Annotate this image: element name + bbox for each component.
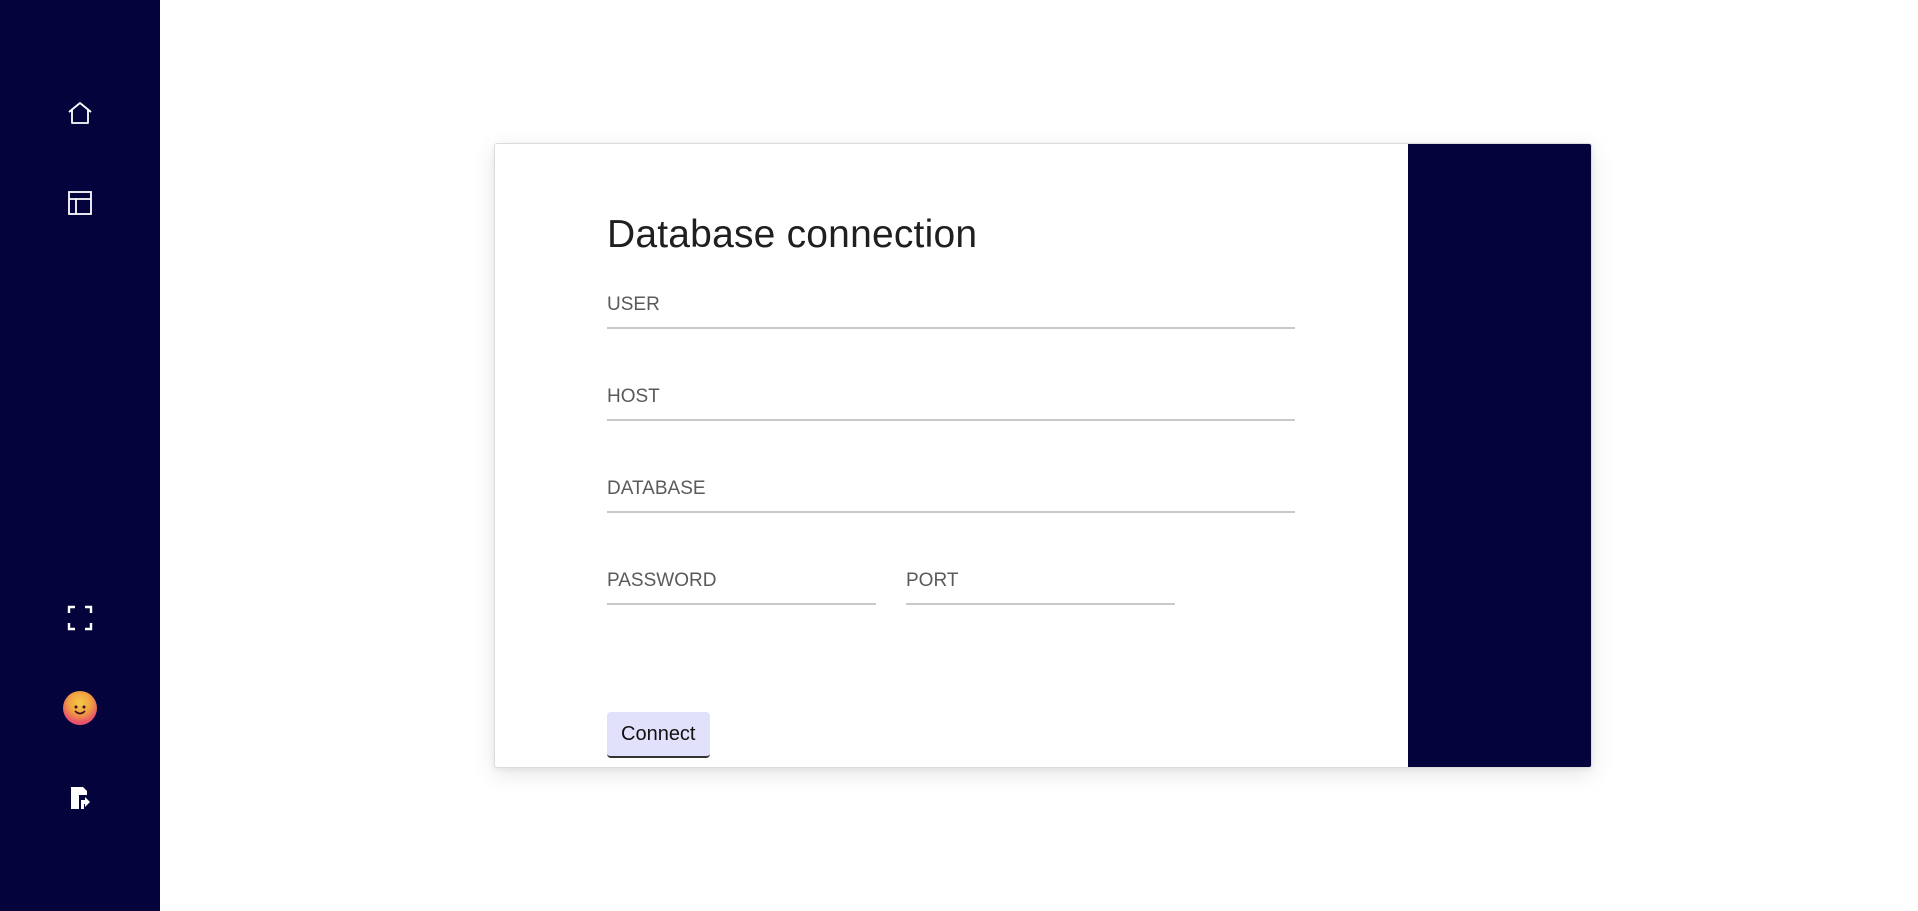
database-field [607,471,1295,513]
host-input[interactable] [607,379,1295,415]
database-input[interactable] [607,471,1295,507]
password-input[interactable] [607,563,876,599]
logout-button[interactable] [50,768,110,828]
password-field [607,563,876,605]
logout-icon [71,787,90,809]
connection-card: Database connection Connect [494,143,1592,768]
page-title: Database connection [607,213,978,256]
connection-form: Database connection Connect [607,213,1307,758]
layout-icon [68,191,92,215]
fullscreen-button[interactable] [50,588,110,648]
port-input[interactable] [906,563,1175,599]
host-field [607,379,1295,421]
port-field [906,563,1175,605]
layout-button[interactable] [50,173,110,233]
user-input[interactable] [607,287,1295,323]
home-button[interactable] [50,83,110,143]
home-icon [68,102,92,124]
fullscreen-icon [67,605,93,631]
sidebar [0,0,160,911]
avatar [63,691,97,725]
user-field [607,287,1295,329]
connect-button[interactable]: Connect [607,712,710,758]
card-side-panel [1408,144,1591,767]
face-icon [74,705,86,715]
user-avatar-button[interactable] [50,678,110,738]
